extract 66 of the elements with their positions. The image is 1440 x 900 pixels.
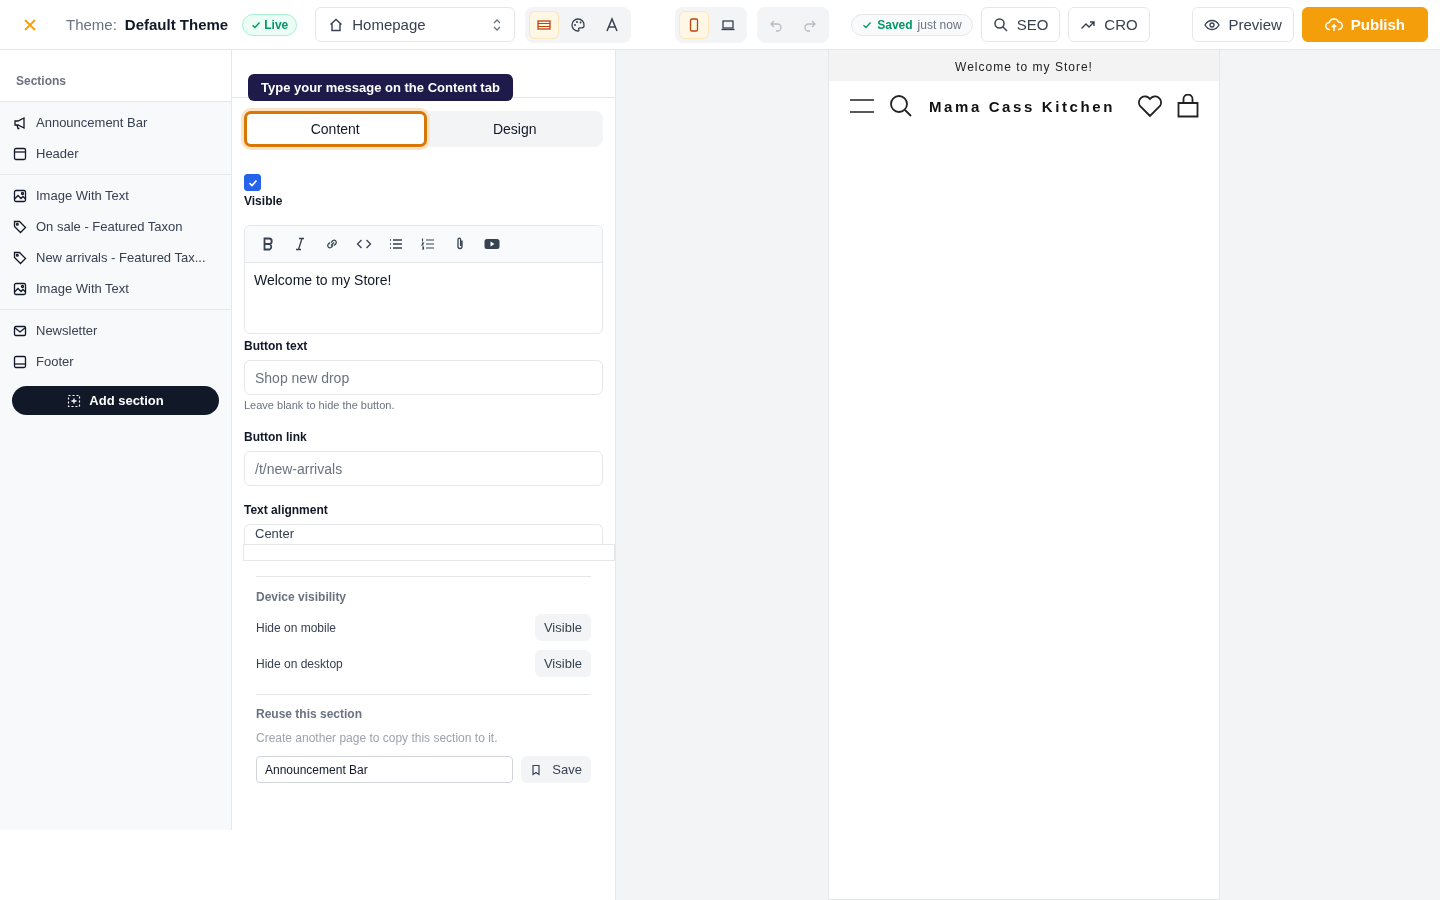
tab[interactable]: Design bbox=[426, 111, 603, 147]
tab[interactable]: Content bbox=[244, 111, 427, 147]
field-label: Visible bbox=[244, 194, 284, 208]
add-icon bbox=[67, 393, 82, 408]
section-item[interactable]: Image With Text bbox=[0, 180, 231, 211]
setting-label: Hide on mobile bbox=[256, 620, 337, 635]
theme-label: Theme: bbox=[66, 16, 117, 33]
section-heading: Reuse this section bbox=[256, 707, 364, 721]
section-heading: Device visibility bbox=[256, 576, 591, 604]
mail-icon bbox=[13, 323, 27, 338]
seo-button[interactable]: SEO bbox=[980, 7, 1061, 42]
field-label: Button link bbox=[244, 430, 308, 444]
input-field[interactable]: Shop new drop bbox=[244, 360, 603, 395]
section-item[interactable]: On sale - Featured Taxon bbox=[0, 211, 231, 242]
tag-icon bbox=[13, 219, 27, 234]
hint-text: Create another page to copy this section to it. bbox=[256, 731, 499, 745]
bookmark-icon bbox=[530, 763, 543, 776]
visibility-toggle[interactable]: Visible bbox=[534, 650, 591, 677]
theme-name: Default Theme bbox=[124, 16, 229, 33]
menu-icon[interactable] bbox=[849, 97, 875, 115]
megaphone-icon bbox=[13, 115, 27, 130]
announcement-bar: Welcome to my Store! bbox=[829, 50, 1219, 81]
live-badge: Live bbox=[242, 13, 298, 36]
visibility-toggle[interactable]: Visible bbox=[534, 614, 591, 641]
image-icon bbox=[13, 188, 27, 203]
chevron-updown-icon bbox=[492, 17, 503, 32]
preview-button[interactable]: Preview bbox=[1192, 7, 1294, 42]
font-icon bbox=[604, 16, 621, 33]
section-item[interactable]: Footer bbox=[0, 346, 231, 377]
search-icon[interactable] bbox=[889, 94, 913, 118]
input-field[interactable]: /t/new-arrivals bbox=[244, 451, 603, 486]
section-item[interactable]: Announcement Bar bbox=[0, 107, 231, 138]
check-icon bbox=[862, 19, 873, 30]
section-item[interactable]: Header bbox=[0, 138, 231, 169]
shopping-bag-icon[interactable] bbox=[1177, 94, 1199, 118]
page-name-input[interactable]: Announcement Bar bbox=[256, 756, 514, 783]
rich-text-editor[interactable]: Welcome to my Store! bbox=[244, 225, 603, 334]
search-icon bbox=[992, 16, 1009, 33]
save-button[interactable]: Save bbox=[521, 756, 591, 783]
mobile-device-icon[interactable] bbox=[679, 10, 710, 39]
section-item[interactable]: Image With Text bbox=[0, 273, 231, 304]
sidebar-title: Sections bbox=[0, 50, 231, 102]
field-label: Text alignment bbox=[244, 503, 329, 517]
store-name: Mama Cass Kitchen bbox=[929, 97, 1116, 115]
tag-icon bbox=[13, 250, 27, 265]
section-item[interactable]: New arrivals - Featured Tax... bbox=[0, 242, 231, 273]
help-text: Leave blank to hide the button. bbox=[244, 399, 396, 411]
heart-icon[interactable] bbox=[1137, 94, 1163, 118]
check-icon bbox=[247, 177, 258, 188]
cloud-upload-icon bbox=[1324, 16, 1343, 33]
tooltip: Type your message on the Content tab bbox=[248, 74, 513, 101]
save-status: Saved just now bbox=[851, 13, 973, 36]
image-icon bbox=[13, 281, 27, 296]
select-field[interactable]: Center bbox=[244, 524, 603, 544]
page-select[interactable]: Homepage bbox=[315, 7, 516, 42]
sections-view-button[interactable] bbox=[529, 10, 560, 39]
setting-label: Hide on desktop bbox=[256, 656, 343, 671]
editor-text: Welcome to my Store! bbox=[253, 271, 393, 290]
add-section-button[interactable]: Add section bbox=[12, 386, 219, 415]
palette-icon bbox=[570, 16, 587, 33]
field-label: Button text bbox=[244, 339, 309, 353]
layout-icon bbox=[13, 146, 27, 161]
layout-icon bbox=[13, 354, 27, 369]
cro-button[interactable]: CRO bbox=[1068, 7, 1150, 42]
visible-checkbox[interactable] bbox=[244, 174, 261, 191]
section-item[interactable]: Newsletter bbox=[0, 315, 231, 346]
